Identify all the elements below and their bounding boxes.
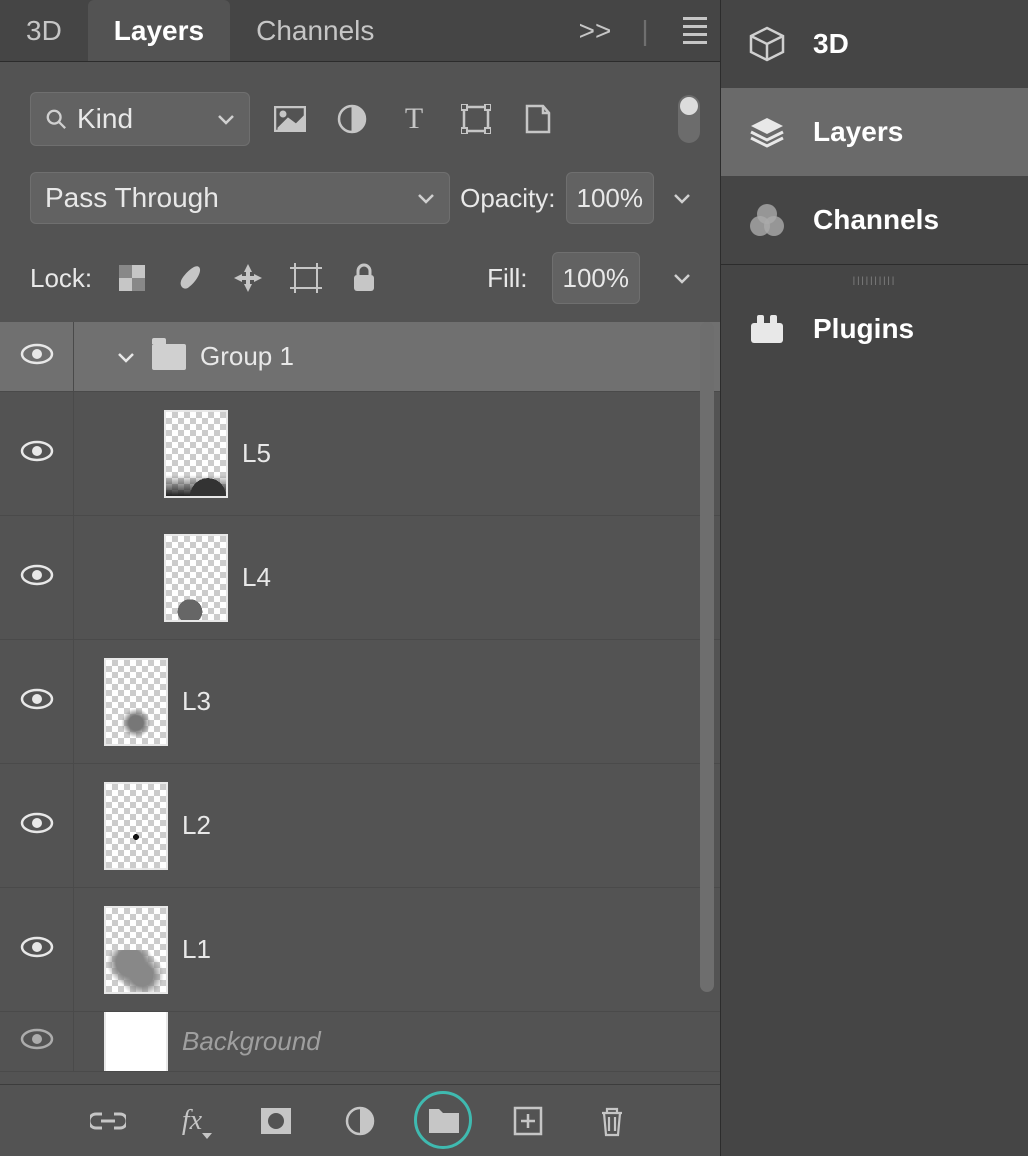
lock-all-icon[interactable] <box>348 262 380 294</box>
adjustment-layer-button[interactable] <box>338 1099 382 1143</box>
layer-filter-row: Kind T <box>0 62 720 160</box>
lock-fill-row: Lock: Fill: 100% <box>0 234 720 322</box>
lock-position-icon[interactable] <box>232 262 264 294</box>
layer-thumbnail <box>104 1012 168 1072</box>
blend-mode-select[interactable]: Pass Through <box>30 172 450 224</box>
plugin-icon <box>745 307 789 351</box>
visibility-toggle[interactable] <box>0 322 74 391</box>
panel-item-label: 3D <box>813 28 849 60</box>
filter-toggle[interactable] <box>678 95 700 143</box>
layer-thumbnail <box>104 782 168 870</box>
visibility-toggle[interactable] <box>0 640 74 763</box>
tab-channels[interactable]: Channels <box>230 0 400 61</box>
panel-tabs: 3D Layers Channels >> | <box>0 0 720 62</box>
layer-l3[interactable]: L3 <box>0 640 720 764</box>
panels-dock: 3D Layers Channels |||||||||| Plugins <box>720 0 1028 1156</box>
channels-icon <box>745 198 789 242</box>
layers-scrollbar[interactable] <box>700 322 714 992</box>
panel-grip[interactable]: |||||||||| <box>721 265 1028 285</box>
filter-pixel-icon[interactable] <box>272 101 308 137</box>
panel-item-label: Plugins <box>813 313 914 345</box>
lock-label: Lock: <box>30 263 92 294</box>
layer-thumbnail <box>164 534 228 622</box>
blend-opacity-row: Pass Through Opacity: 100% <box>0 160 720 234</box>
layer-thumbnail <box>104 658 168 746</box>
new-layer-button[interactable] <box>506 1099 550 1143</box>
panel-item-3d[interactable]: 3D <box>721 0 1028 88</box>
fill-input[interactable]: 100% <box>552 252 641 304</box>
lock-artboard-icon[interactable] <box>290 262 322 294</box>
visibility-toggle[interactable] <box>0 392 74 515</box>
search-icon <box>45 108 67 130</box>
layer-thumbnail <box>104 906 168 994</box>
panel-item-label: Channels <box>813 204 939 236</box>
chevron-down-icon <box>417 192 435 204</box>
group-expand-chevron[interactable] <box>114 351 138 363</box>
folder-icon <box>152 344 186 370</box>
panel-item-channels[interactable]: Channels <box>721 176 1028 264</box>
opacity-label: Opacity: <box>460 183 555 214</box>
filter-kind-select[interactable]: Kind <box>30 92 250 146</box>
layer-name: L5 <box>242 438 271 469</box>
layers-list: Group 1 L5 L4 L3 <box>0 322 720 1156</box>
cube-icon <box>745 22 789 66</box>
layer-name: Group 1 <box>200 341 294 372</box>
hamburger-icon <box>673 17 717 44</box>
tab-3d[interactable]: 3D <box>0 0 88 61</box>
layer-thumbnail <box>164 410 228 498</box>
filter-type-icon[interactable]: T <box>396 101 432 137</box>
layers-icon <box>745 110 789 154</box>
opacity-input[interactable]: 100% <box>566 172 655 224</box>
more-tabs-button[interactable]: >> <box>570 15 620 47</box>
fx-label: fx <box>182 1105 202 1137</box>
layer-l1[interactable]: L1 <box>0 888 720 1012</box>
layers-bottom-toolbar: fx <box>0 1084 720 1156</box>
panel-item-plugins[interactable]: Plugins <box>721 285 1028 373</box>
visibility-toggle[interactable] <box>0 888 74 1011</box>
filter-kind-label: Kind <box>77 103 133 135</box>
layer-name: L1 <box>182 934 211 965</box>
layer-name: Background <box>182 1026 321 1057</box>
layer-name: L2 <box>182 810 211 841</box>
panel-menu-button[interactable] <box>670 17 720 44</box>
chevron-down-icon <box>217 113 235 125</box>
layer-effects-button[interactable]: fx <box>170 1099 214 1143</box>
fill-label: Fill: <box>487 263 527 294</box>
panel-item-layers[interactable]: Layers <box>721 88 1028 176</box>
layer-l4[interactable]: L4 <box>0 516 720 640</box>
new-group-button[interactable] <box>422 1099 466 1143</box>
blend-mode-label: Pass Through <box>45 182 219 214</box>
lock-transparency-icon[interactable] <box>116 262 148 294</box>
tab-layers[interactable]: Layers <box>88 0 230 61</box>
fill-dropdown[interactable] <box>664 272 700 284</box>
filter-shape-icon[interactable] <box>458 101 494 137</box>
lock-paint-icon[interactable] <box>174 262 206 294</box>
layer-l5[interactable]: L5 <box>0 392 720 516</box>
link-layers-button[interactable] <box>86 1099 130 1143</box>
layer-name: L3 <box>182 686 211 717</box>
filter-adjustment-icon[interactable] <box>334 101 370 137</box>
visibility-toggle[interactable] <box>0 764 74 887</box>
layer-background[interactable]: Background <box>0 1012 720 1072</box>
visibility-toggle[interactable] <box>0 1012 74 1071</box>
visibility-toggle[interactable] <box>0 516 74 639</box>
layer-name: L4 <box>242 562 271 593</box>
delete-layer-button[interactable] <box>590 1099 634 1143</box>
layers-panel: 3D Layers Channels >> | Kind T Pass Thro… <box>0 0 720 1156</box>
add-mask-button[interactable] <box>254 1099 298 1143</box>
layer-l2[interactable]: L2 <box>0 764 720 888</box>
layer-group-1[interactable]: Group 1 <box>0 322 720 392</box>
panel-item-label: Layers <box>813 116 903 148</box>
filter-smart-icon[interactable] <box>520 101 556 137</box>
opacity-dropdown[interactable] <box>664 192 700 204</box>
